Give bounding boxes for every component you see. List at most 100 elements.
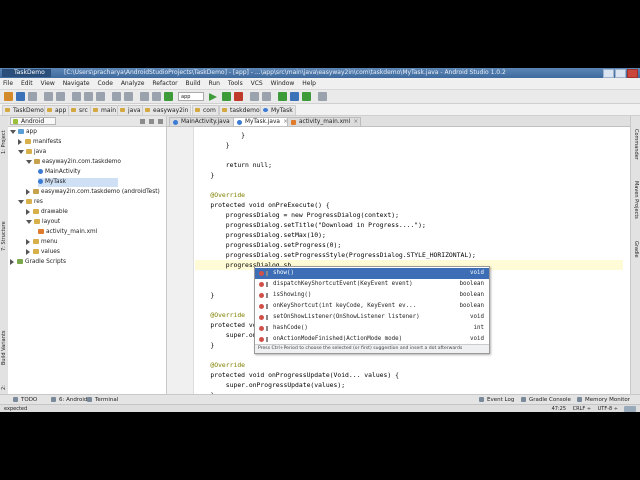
close-icon[interactable] — [627, 69, 638, 78]
tool-commander[interactable]: Commander — [631, 124, 640, 164]
line-gutter[interactable] — [167, 127, 194, 402]
tree-node-values[interactable]: values — [26, 248, 60, 257]
tab-mainactivity[interactable]: MainActivity.java — [169, 117, 241, 127]
code-area[interactable]: } } return null; } @Override protected v… — [195, 127, 623, 402]
completion-item[interactable]: isShowing() boolean — [255, 290, 489, 301]
line-separator[interactable]: CRLF ÷ — [573, 406, 591, 412]
tool-maven-projects[interactable]: Maven Projects — [631, 172, 640, 228]
open-folder-icon[interactable] — [4, 92, 13, 101]
completion-item[interactable]: show() void — [255, 268, 489, 279]
project-view-select[interactable]: Android — [10, 117, 56, 125]
chevron-down-icon[interactable] — [10, 129, 16, 134]
chevron-right-icon[interactable] — [18, 138, 22, 145]
menu-tools[interactable]: Tools — [228, 80, 243, 87]
chevron-right-icon[interactable] — [26, 238, 30, 245]
chevron-down-icon[interactable] — [18, 149, 24, 154]
menu-edit[interactable]: Edit — [21, 80, 33, 87]
menu-run[interactable]: Run — [208, 80, 220, 87]
tree-node-menu[interactable]: menu — [26, 238, 58, 247]
sync-icon[interactable] — [28, 92, 37, 101]
tool-structure[interactable]: 7: Structure — [0, 216, 8, 256]
breadcrumb-item[interactable]: app — [44, 105, 70, 116]
breadcrumb-item[interactable]: easyway2in — [142, 105, 192, 116]
menu-analyze[interactable]: Analyze — [121, 80, 145, 87]
completion-item[interactable]: setOnShowListener(OnShowListener listene… — [255, 312, 489, 323]
hide-panel-icon[interactable] — [158, 119, 163, 124]
paste-icon[interactable] — [96, 92, 105, 101]
menu-code[interactable]: Code — [98, 80, 113, 87]
tool-project[interactable]: 1: Project — [0, 122, 8, 162]
caret-position[interactable]: 47:25 — [552, 406, 566, 412]
window-tab[interactable]: TaskDemo — [2, 69, 51, 77]
tree-node-res[interactable]: res — [18, 198, 43, 207]
find-icon[interactable] — [112, 92, 121, 101]
tab-activity-main-xml[interactable]: activity_main.xml — [287, 117, 362, 127]
chevron-right-icon[interactable] — [26, 208, 30, 215]
stop-icon[interactable] — [234, 92, 243, 101]
project-structure-icon[interactable] — [262, 92, 271, 101]
chevron-down-icon[interactable] — [26, 219, 32, 224]
android-monitor-icon[interactable] — [302, 92, 311, 101]
tree-node-package[interactable]: easyway2in.com.taskdemo — [26, 158, 121, 167]
chevron-right-icon[interactable] — [10, 258, 14, 265]
gear-icon[interactable] — [149, 119, 154, 124]
replace-icon[interactable] — [124, 92, 133, 101]
avd-manager-icon[interactable] — [278, 92, 287, 101]
memory-indicator-icon[interactable] — [624, 406, 636, 412]
menu-help[interactable]: Help — [302, 80, 316, 87]
make-project-icon[interactable] — [164, 92, 173, 101]
menu-refactor[interactable]: Refactor — [152, 80, 177, 87]
menu-build[interactable]: Build — [186, 80, 201, 87]
breadcrumb-item[interactable]: com — [192, 105, 219, 116]
menu-navigate[interactable]: Navigate — [63, 80, 90, 87]
cut-icon[interactable] — [72, 92, 81, 101]
completion-item[interactable]: hashCode() int — [255, 323, 489, 334]
tree-node-mytask[interactable]: MyTask — [38, 178, 118, 187]
back-icon[interactable] — [140, 92, 149, 101]
menu-vcs[interactable]: VCS — [251, 80, 263, 87]
debug-icon[interactable] — [222, 92, 231, 101]
breadcrumb-item[interactable]: MyTask — [260, 105, 296, 116]
completion-item[interactable]: onKeyShortcut(int keyCode, KeyEvent ev..… — [255, 301, 489, 312]
menu-window[interactable]: Window — [271, 80, 295, 87]
tree-node-drawable[interactable]: drawable — [26, 208, 68, 217]
breadcrumb-item[interactable]: java — [117, 105, 144, 116]
tree-node-layout[interactable]: layout — [26, 218, 60, 227]
undo-icon[interactable] — [44, 92, 53, 101]
chevron-down-icon[interactable] — [26, 159, 32, 164]
run-config-select[interactable]: app — [178, 92, 204, 101]
maximize-icon[interactable] — [615, 69, 626, 78]
tree-node-gradle-scripts[interactable]: Gradle Scripts — [10, 258, 66, 267]
tree-node-java[interactable]: java — [18, 148, 46, 157]
tool-build-variants[interactable]: Build Variants — [0, 326, 8, 370]
completion-item[interactable]: dispatchKeyShortcutEvent(KeyEvent event)… — [255, 279, 489, 290]
chevron-right-icon[interactable] — [26, 248, 30, 255]
editor-tabs: MainActivity.java MyTask.java activity_m… — [167, 116, 631, 127]
copy-icon[interactable] — [84, 92, 93, 101]
tree-node-androidtest-package[interactable]: easyway2in.com.taskdemo (androidTest) — [26, 188, 160, 197]
menu-view[interactable]: View — [41, 80, 55, 87]
breadcrumb-item[interactable]: taskdemo — [219, 105, 263, 116]
tree-node-activity-main-xml[interactable]: activity_main.xml — [38, 228, 97, 237]
redo-icon[interactable] — [56, 92, 65, 101]
forward-icon[interactable] — [152, 92, 161, 101]
breadcrumb-item[interactable]: main — [90, 105, 119, 116]
minimize-icon[interactable] — [603, 69, 614, 78]
tool-gradle[interactable]: Gradle — [631, 234, 640, 264]
breadcrumb-item[interactable]: TaskDemo — [2, 105, 47, 116]
menu-file[interactable]: File — [3, 80, 13, 87]
settings-icon[interactable] — [250, 92, 259, 101]
sync-scroll-icon[interactable] — [140, 119, 145, 124]
sdk-manager-icon[interactable] — [290, 92, 299, 101]
tab-mytask[interactable]: MyTask.java — [233, 117, 291, 127]
chevron-down-icon[interactable] — [18, 199, 24, 204]
file-encoding[interactable]: UTF-8 ÷ — [598, 406, 618, 412]
save-icon[interactable] — [16, 92, 25, 101]
help-icon[interactable] — [318, 92, 327, 101]
tree-node-app[interactable]: app — [10, 128, 37, 137]
tree-node-mainactivity[interactable]: MainActivity — [38, 168, 81, 177]
breadcrumb-item[interactable]: src — [68, 105, 91, 116]
chevron-right-icon[interactable] — [26, 188, 30, 195]
tree-node-manifests[interactable]: manifests — [18, 138, 61, 147]
run-icon[interactable] — [209, 93, 217, 101]
